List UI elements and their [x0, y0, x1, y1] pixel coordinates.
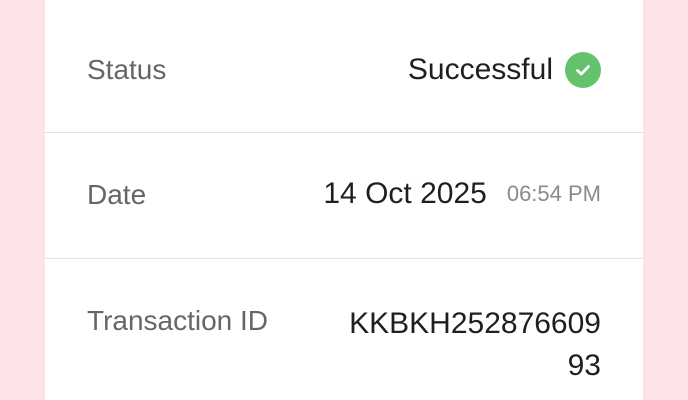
status-value-group: Successful	[408, 52, 601, 88]
status-value: Successful	[407, 53, 553, 86]
date-value-group: 14 Oct 2025 06:54 PM	[323, 177, 601, 211]
transaction-id-row: Transaction ID KKBKH25287660993	[45, 259, 643, 400]
status-row: Status Successful	[45, 0, 643, 132]
date-row: Date 14 Oct 2025 06:54 PM	[45, 133, 643, 258]
date-value: 14 Oct 2025	[323, 177, 487, 210]
check-circle-icon	[565, 52, 601, 88]
transaction-details-card: Status Successful Date 14 Oct 2025 06:54…	[45, 0, 643, 400]
date-label: Date	[87, 179, 147, 210]
transaction-id-value[interactable]: KKBKH25287660993	[341, 303, 601, 387]
transaction-id-label: Transaction ID	[87, 305, 269, 336]
time-value: 06:54 PM	[506, 181, 601, 206]
status-label: Status	[87, 54, 167, 85]
